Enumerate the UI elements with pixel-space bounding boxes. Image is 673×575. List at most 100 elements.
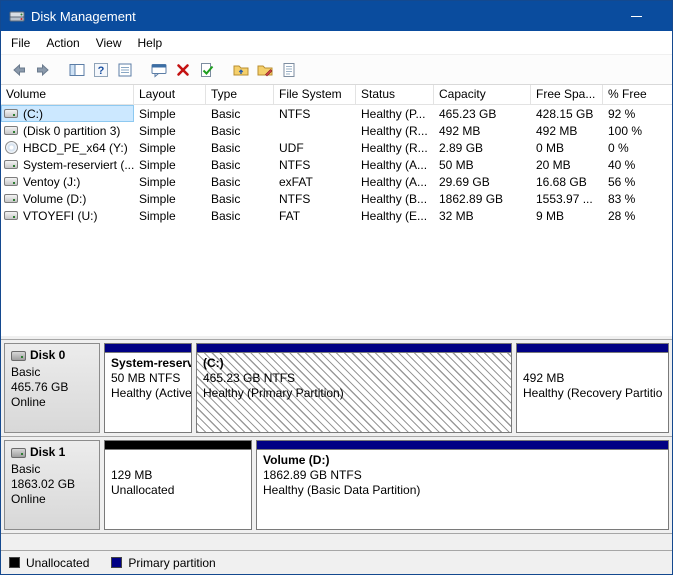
title-bar[interactable]: Disk Management xyxy=(1,1,672,31)
disk-size: 465.76 GB xyxy=(11,380,69,394)
partition-title xyxy=(111,453,245,468)
properties-icon xyxy=(283,62,295,77)
disk-icon xyxy=(11,447,26,458)
disk-1-row: Disk 1 Basic 1863.02 GB Online 129 MB Un… xyxy=(1,437,672,534)
file-system-cell: exFAT xyxy=(279,174,313,189)
pct-free-cell: 28 % xyxy=(608,208,636,223)
disk-1-header[interactable]: Disk 1 Basic 1863.02 GB Online xyxy=(4,440,100,530)
disk-management-window: Disk Management File Action View Help ? xyxy=(0,0,673,575)
partition-size-line: 492 MB xyxy=(523,371,565,385)
table-row[interactable]: VTOYEFI (U:) Simple Basic FAT Healthy (E… xyxy=(1,207,672,224)
change-drive-letter-button[interactable] xyxy=(229,58,253,82)
legend-item-unallocated: Unallocated xyxy=(9,556,89,570)
list-header: Volume Layout Type File System Status Ca… xyxy=(1,85,672,105)
status-cell: Healthy (P... xyxy=(361,106,426,121)
partition-type-bar xyxy=(197,344,511,353)
mark-partition-active-button[interactable] xyxy=(195,58,219,82)
folder-edit-icon xyxy=(257,65,273,76)
column-header-free-space[interactable]: Free Spa... xyxy=(531,85,603,105)
type-cell: Basic xyxy=(211,208,241,223)
volume-cell: (Disk 0 partition 3) xyxy=(1,122,134,139)
file-system-cell: FAT xyxy=(279,208,301,223)
menu-view[interactable]: View xyxy=(88,33,130,53)
capacity-cell: 29.69 GB xyxy=(439,174,490,189)
back-button[interactable] xyxy=(7,58,31,82)
type-cell: Basic xyxy=(211,123,241,138)
disk-1-partitions: 129 MB Unallocated Volume (D:) 1862.89 G… xyxy=(104,440,669,530)
delete-volume-button[interactable] xyxy=(171,58,195,82)
column-header-capacity[interactable]: Capacity xyxy=(434,85,531,105)
minimize-icon xyxy=(630,15,642,17)
show-console-tree-button[interactable] xyxy=(65,58,89,82)
graphical-view: Disk 0 Basic 465.76 GB Online System-res… xyxy=(1,339,672,550)
back-icon xyxy=(13,63,25,76)
unallocated-swatch-icon xyxy=(9,557,20,568)
menu-help[interactable]: Help xyxy=(130,33,171,53)
column-header-file-system[interactable]: File System xyxy=(274,85,356,105)
column-header-type[interactable]: Type xyxy=(206,85,274,105)
partition-size-line: 1862.89 GB NTFS xyxy=(263,468,362,482)
partition-type-bar xyxy=(105,441,251,450)
forward-icon xyxy=(37,63,49,76)
partition-d[interactable]: Volume (D:) 1862.89 GB NTFS Healthy (Bas… xyxy=(256,440,669,530)
partition-type-bar xyxy=(105,344,191,353)
help-button[interactable]: ? xyxy=(89,58,113,82)
free-space-cell: 492 MB xyxy=(536,123,578,138)
disk-type: Basic xyxy=(11,462,41,476)
primary-partition-swatch-icon xyxy=(111,557,123,568)
table-row[interactable]: System-reserviert (... Simple Basic NTFS… xyxy=(1,156,672,173)
capacity-cell: 465.23 GB xyxy=(439,106,497,121)
free-space-cell: 0 MB xyxy=(536,140,565,155)
drive-icon xyxy=(4,107,19,120)
action-dialog-button[interactable] xyxy=(147,58,171,82)
status-cell: Healthy (A... xyxy=(361,157,428,172)
minimize-button[interactable] xyxy=(614,1,658,31)
partition-type-bar xyxy=(257,441,668,450)
table-row[interactable]: Ventoy (J:) Simple Basic exFAT Healthy (… xyxy=(1,173,672,190)
table-row[interactable]: HBCD_PE_x64 (Y:) Simple Basic UDF Health… xyxy=(1,139,672,156)
disk-0-header[interactable]: Disk 0 Basic 465.76 GB Online xyxy=(4,343,100,433)
menu-file[interactable]: File xyxy=(3,33,38,53)
partition-recovery[interactable]: 492 MB Healthy (Recovery Partitio xyxy=(516,343,670,433)
delete-icon xyxy=(177,63,189,76)
table-row[interactable]: (C:) Simple Basic NTFS Healthy (P... 465… xyxy=(1,105,672,122)
volume-list: Volume Layout Type File System Status Ca… xyxy=(1,85,672,336)
legend-item-primary-partition: Primary partition xyxy=(111,555,216,570)
menu-action[interactable]: Action xyxy=(38,33,87,53)
capacity-cell: 32 MB xyxy=(439,208,474,223)
table-row[interactable]: (Disk 0 partition 3) Simple Basic Health… xyxy=(1,122,672,139)
volume-cell: HBCD_PE_x64 (Y:) xyxy=(1,139,134,156)
capacity-cell: 1862.89 GB xyxy=(439,191,504,206)
column-header-layout[interactable]: Layout xyxy=(134,85,206,105)
help-icon: ? xyxy=(94,62,108,77)
volume-name: VTOYEFI (U:) xyxy=(23,208,98,223)
disk-icon xyxy=(11,350,26,361)
format-button[interactable] xyxy=(253,58,277,82)
toolbar: ? xyxy=(1,55,672,85)
free-space-cell: 16.68 GB xyxy=(536,174,587,189)
partition-system-reserved[interactable]: System-reserviert 50 MB NTFS Healthy (Ac… xyxy=(104,343,192,433)
export-list-icon xyxy=(118,63,132,76)
capacity-cell: 2.89 GB xyxy=(439,140,484,155)
volume-name: Ventoy (J:) xyxy=(23,174,81,189)
menu-bar: File Action View Help xyxy=(1,31,672,55)
volume-name: (C:) xyxy=(23,106,43,121)
pct-free-cell: 40 % xyxy=(608,157,636,172)
folder-up-icon xyxy=(233,65,249,75)
volume-cell: Volume (D:) xyxy=(1,190,134,207)
table-row[interactable]: Volume (D:) Simple Basic NTFS Healthy (B… xyxy=(1,190,672,207)
type-cell: Basic xyxy=(211,174,241,189)
forward-button[interactable] xyxy=(31,58,55,82)
partition-unallocated[interactable]: 129 MB Unallocated xyxy=(104,440,252,530)
drive-icon xyxy=(4,124,19,137)
partition-c[interactable]: (C:) 465.23 GB NTFS Healthy (Primary Par… xyxy=(196,343,512,433)
column-header-status[interactable]: Status xyxy=(356,85,434,105)
export-list-button[interactable] xyxy=(113,58,137,82)
disk-type: Basic xyxy=(11,365,41,379)
column-header-pct-free[interactable]: % Free xyxy=(603,85,672,105)
legend-label: Primary partition xyxy=(128,555,216,570)
properties-button[interactable] xyxy=(277,58,301,82)
volume-cell: VTOYEFI (U:) xyxy=(1,207,134,224)
column-header-volume[interactable]: Volume xyxy=(1,85,134,105)
layout-cell: Simple xyxy=(139,191,176,206)
